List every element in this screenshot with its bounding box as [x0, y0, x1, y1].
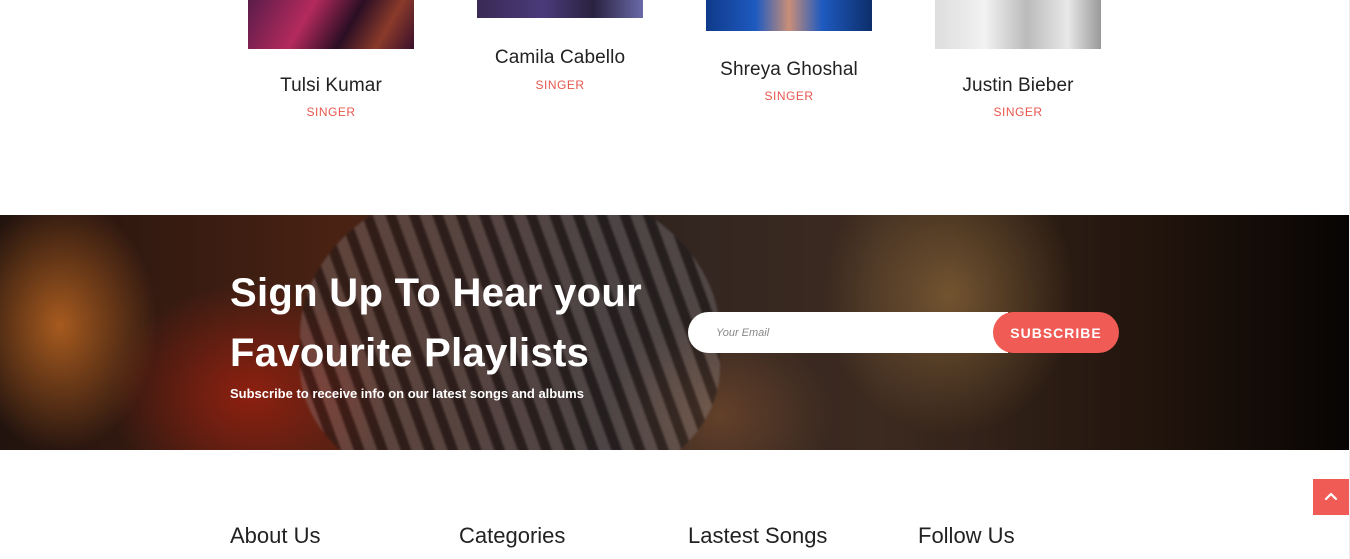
newsletter-subtitle: Subscribe to receive info on our latest …: [230, 386, 584, 401]
artist-role: SINGER: [306, 105, 356, 119]
artist-name[interactable]: Tulsi Kumar: [248, 75, 414, 97]
artist-photo[interactable]: [477, 0, 643, 18]
artist-photo[interactable]: [706, 0, 872, 31]
newsletter-banner: Sign Up To Hear your Favourite Playlists…: [0, 215, 1350, 450]
footer-heading-latest-songs: Lastest Songs: [688, 523, 828, 548]
artist-role: SINGER: [764, 89, 814, 103]
artist-name[interactable]: Justin Bieber: [935, 75, 1101, 97]
footer-heading-categories: Categories: [459, 523, 566, 548]
artist-photo[interactable]: [935, 0, 1101, 49]
back-to-top-button[interactable]: [1313, 479, 1349, 515]
footer: About Us Categories Lastest Songs Follow…: [0, 450, 1350, 559]
chevron-up-icon: [1324, 492, 1338, 501]
newsletter-title: Sign Up To Hear your Favourite Playlists: [230, 271, 642, 375]
artist-card[interactable]: Tulsi Kumar SINGER: [248, 0, 414, 119]
banner-overlay: [0, 215, 1350, 450]
artist-name[interactable]: Camila Cabello: [477, 47, 643, 69]
artist-card[interactable]: Camila Cabello SINGER: [477, 0, 643, 92]
artists-section: Tulsi Kumar SINGER Camila Cabello SINGER…: [0, 0, 1350, 215]
artist-photo[interactable]: [248, 0, 414, 49]
artist-role: SINGER: [535, 78, 585, 92]
artist-card[interactable]: Justin Bieber SINGER: [935, 0, 1101, 119]
artist-role: SINGER: [993, 105, 1043, 119]
footer-heading-follow: Follow Us: [918, 523, 1015, 548]
artist-card[interactable]: Shreya Ghoshal SINGER: [706, 0, 872, 103]
artist-name[interactable]: Shreya Ghoshal: [706, 59, 872, 81]
newsletter-form: SUBSCRIBE: [688, 312, 1119, 353]
footer-heading-about: About Us: [230, 523, 321, 548]
subscribe-button[interactable]: SUBSCRIBE: [993, 312, 1119, 353]
email-input[interactable]: [688, 312, 1008, 353]
